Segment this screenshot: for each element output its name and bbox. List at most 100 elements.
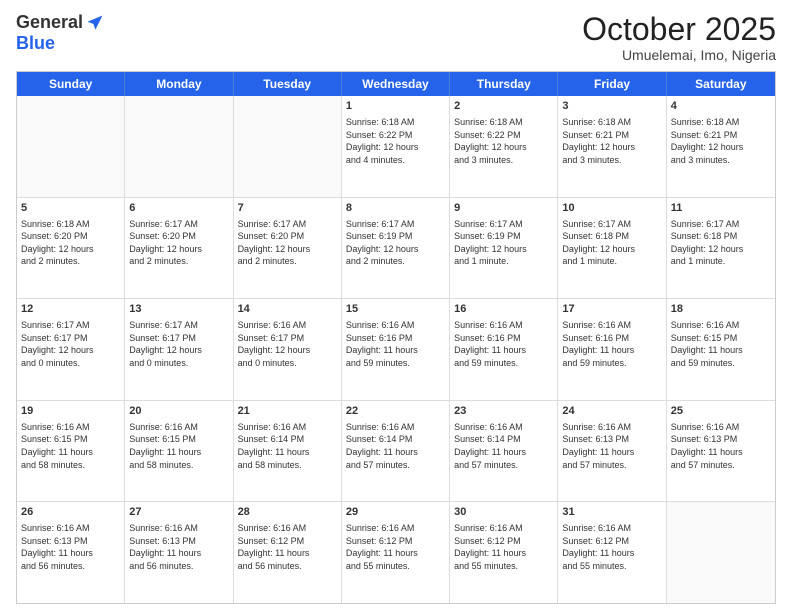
day-number: 31 (562, 505, 661, 520)
day-number: 12 (21, 302, 120, 317)
day-number: 24 (562, 404, 661, 419)
calendar-cell-day-15: 15Sunrise: 6:16 AM Sunset: 6:16 PM Dayli… (342, 299, 450, 400)
cell-info: Sunrise: 6:16 AM Sunset: 6:17 PM Dayligh… (238, 319, 337, 369)
day-number: 21 (238, 404, 337, 419)
day-number: 22 (346, 404, 445, 419)
weekday-header-sunday: Sunday (17, 72, 125, 96)
day-number: 28 (238, 505, 337, 520)
calendar-cell-day-6: 6Sunrise: 6:17 AM Sunset: 6:20 PM Daylig… (125, 198, 233, 299)
cell-info: Sunrise: 6:17 AM Sunset: 6:20 PM Dayligh… (238, 218, 337, 268)
day-number: 19 (21, 404, 120, 419)
cell-info: Sunrise: 6:16 AM Sunset: 6:12 PM Dayligh… (562, 522, 661, 572)
day-number: 25 (671, 404, 771, 419)
calendar-cell-day-7: 7 Sunrise: 6:17 AM Sunset: 6:20 PM Daylig… (234, 198, 342, 299)
calendar-cell-day-30: 30 Sunrise: 6:16 AM Sunset: 6:12 PM Dayli… (450, 502, 558, 603)
calendar-cell-day-24: 24 Sunrise: 6:16 AM Sunset: 6:13 PM Dayli… (558, 401, 666, 502)
day-number: 4 (671, 99, 771, 114)
calendar-cell-empty (667, 502, 775, 603)
cell-info: Sunrise: 6:17 AM Sunset: 6:17 PM Dayligh… (21, 319, 120, 369)
calendar-cell-day-27: 27Sunrise: 6:16 AM Sunset: 6:13 PM Dayli… (125, 502, 233, 603)
calendar-cell-day-31: 31 Sunrise: 6:16 AM Sunset: 6:12 PM Dayli… (558, 502, 666, 603)
calendar-row-4: 26 Sunrise: 6:16 AM Sunset: 6:13 PM Dayli… (17, 501, 775, 603)
day-number: 7 (238, 201, 337, 216)
cell-info: Sunrise: 6:16 AM Sunset: 6:14 PM Dayligh… (454, 421, 553, 471)
cell-info: Sunrise: 6:17 AM Sunset: 6:20 PM Dayligh… (129, 218, 228, 268)
logo-blue-text: Blue (16, 33, 55, 54)
calendar-row-0: 1 Sunrise: 6:18 AM Sunset: 6:22 PM Daylig… (17, 96, 775, 197)
cell-info: Sunrise: 6:16 AM Sunset: 6:15 PM Dayligh… (671, 319, 771, 369)
location: Umuelemai, Imo, Nigeria (582, 47, 776, 63)
calendar-body: 1 Sunrise: 6:18 AM Sunset: 6:22 PM Daylig… (17, 96, 775, 603)
calendar-cell-day-9: 9Sunrise: 6:17 AM Sunset: 6:19 PM Daylig… (450, 198, 558, 299)
cell-info: Sunrise: 6:16 AM Sunset: 6:12 PM Dayligh… (238, 522, 337, 572)
cell-info: Sunrise: 6:16 AM Sunset: 6:12 PM Dayligh… (454, 522, 553, 572)
day-number: 20 (129, 404, 228, 419)
calendar-cell-day-5: 5Sunrise: 6:18 AM Sunset: 6:20 PM Daylig… (17, 198, 125, 299)
weekday-header-saturday: Saturday (667, 72, 775, 96)
weekday-header-tuesday: Tuesday (234, 72, 342, 96)
cell-info: Sunrise: 6:16 AM Sunset: 6:13 PM Dayligh… (21, 522, 120, 572)
cell-info: Sunrise: 6:18 AM Sunset: 6:22 PM Dayligh… (454, 116, 553, 166)
day-number: 15 (346, 302, 445, 317)
calendar-cell-day-17: 17 Sunrise: 6:16 AM Sunset: 6:16 PM Dayli… (558, 299, 666, 400)
day-number: 1 (346, 99, 445, 114)
calendar: SundayMondayTuesdayWednesdayThursdayFrid… (16, 71, 776, 604)
weekday-header-wednesday: Wednesday (342, 72, 450, 96)
cell-info: Sunrise: 6:16 AM Sunset: 6:15 PM Dayligh… (129, 421, 228, 471)
weekday-header-monday: Monday (125, 72, 233, 96)
day-number: 23 (454, 404, 553, 419)
day-number: 3 (562, 99, 661, 114)
calendar-cell-day-12: 12 Sunrise: 6:17 AM Sunset: 6:17 PM Dayli… (17, 299, 125, 400)
cell-info: Sunrise: 6:17 AM Sunset: 6:19 PM Dayligh… (454, 218, 553, 268)
calendar-cell-day-1: 1Sunrise: 6:18 AM Sunset: 6:22 PM Daylig… (342, 96, 450, 197)
calendar-row-2: 12 Sunrise: 6:17 AM Sunset: 6:17 PM Dayli… (17, 298, 775, 400)
day-number: 10 (562, 201, 661, 216)
month-title: October 2025 (582, 12, 776, 47)
logo-general-text: General (16, 12, 83, 33)
day-number: 26 (21, 505, 120, 520)
cell-info: Sunrise: 6:16 AM Sunset: 6:14 PM Dayligh… (346, 421, 445, 471)
page: General Blue October 2025 Umuelemai, Imo… (0, 0, 792, 612)
calendar-cell-day-19: 19Sunrise: 6:16 AM Sunset: 6:15 PM Dayli… (17, 401, 125, 502)
cell-info: Sunrise: 6:17 AM Sunset: 6:18 PM Dayligh… (562, 218, 661, 268)
day-number: 14 (238, 302, 337, 317)
day-number: 16 (454, 302, 553, 317)
calendar-cell-day-2: 2 Sunrise: 6:18 AM Sunset: 6:22 PM Daylig… (450, 96, 558, 197)
day-number: 18 (671, 302, 771, 317)
cell-info: Sunrise: 6:16 AM Sunset: 6:16 PM Dayligh… (562, 319, 661, 369)
calendar-cell-day-13: 13 Sunrise: 6:17 AM Sunset: 6:17 PM Dayli… (125, 299, 233, 400)
calendar-cell-empty (234, 96, 342, 197)
day-number: 8 (346, 201, 445, 216)
cell-info: Sunrise: 6:17 AM Sunset: 6:18 PM Dayligh… (671, 218, 771, 268)
calendar-cell-day-18: 18 Sunrise: 6:16 AM Sunset: 6:15 PM Dayli… (667, 299, 775, 400)
cell-info: Sunrise: 6:17 AM Sunset: 6:19 PM Dayligh… (346, 218, 445, 268)
weekday-header-thursday: Thursday (450, 72, 558, 96)
logo: General Blue (16, 12, 105, 54)
cell-info: Sunrise: 6:17 AM Sunset: 6:17 PM Dayligh… (129, 319, 228, 369)
day-number: 30 (454, 505, 553, 520)
calendar-cell-day-8: 8 Sunrise: 6:17 AM Sunset: 6:19 PM Daylig… (342, 198, 450, 299)
day-number: 2 (454, 99, 553, 114)
calendar-cell-empty (125, 96, 233, 197)
cell-info: Sunrise: 6:16 AM Sunset: 6:13 PM Dayligh… (562, 421, 661, 471)
calendar-cell-day-22: 22 Sunrise: 6:16 AM Sunset: 6:14 PM Dayli… (342, 401, 450, 502)
calendar-cell-day-29: 29Sunrise: 6:16 AM Sunset: 6:12 PM Dayli… (342, 502, 450, 603)
cell-info: Sunrise: 6:16 AM Sunset: 6:13 PM Dayligh… (129, 522, 228, 572)
cell-info: Sunrise: 6:18 AM Sunset: 6:21 PM Dayligh… (562, 116, 661, 166)
calendar-cell-day-4: 4Sunrise: 6:18 AM Sunset: 6:21 PM Daylig… (667, 96, 775, 197)
calendar-cell-day-14: 14 Sunrise: 6:16 AM Sunset: 6:17 PM Dayli… (234, 299, 342, 400)
day-number: 5 (21, 201, 120, 216)
day-number: 17 (562, 302, 661, 317)
calendar-cell-day-20: 20 Sunrise: 6:16 AM Sunset: 6:15 PM Dayli… (125, 401, 233, 502)
calendar-cell-day-26: 26 Sunrise: 6:16 AM Sunset: 6:13 PM Dayli… (17, 502, 125, 603)
calendar-row-1: 5Sunrise: 6:18 AM Sunset: 6:20 PM Daylig… (17, 197, 775, 299)
day-number: 13 (129, 302, 228, 317)
day-number: 11 (671, 201, 771, 216)
day-number: 29 (346, 505, 445, 520)
calendar-header: SundayMondayTuesdayWednesdayThursdayFrid… (17, 72, 775, 96)
cell-info: Sunrise: 6:16 AM Sunset: 6:13 PM Dayligh… (671, 421, 771, 471)
calendar-cell-day-16: 16Sunrise: 6:16 AM Sunset: 6:16 PM Dayli… (450, 299, 558, 400)
calendar-row-3: 19 Sunrise: 6:16 AM Sunset: 6:15 PM Dayli… (17, 400, 775, 502)
calendar-cell-day-23: 23 Sunrise: 6:16 AM Sunset: 6:14 PM Dayli… (450, 401, 558, 502)
header: General Blue October 2025 Umuelemai, Imo… (16, 12, 776, 63)
